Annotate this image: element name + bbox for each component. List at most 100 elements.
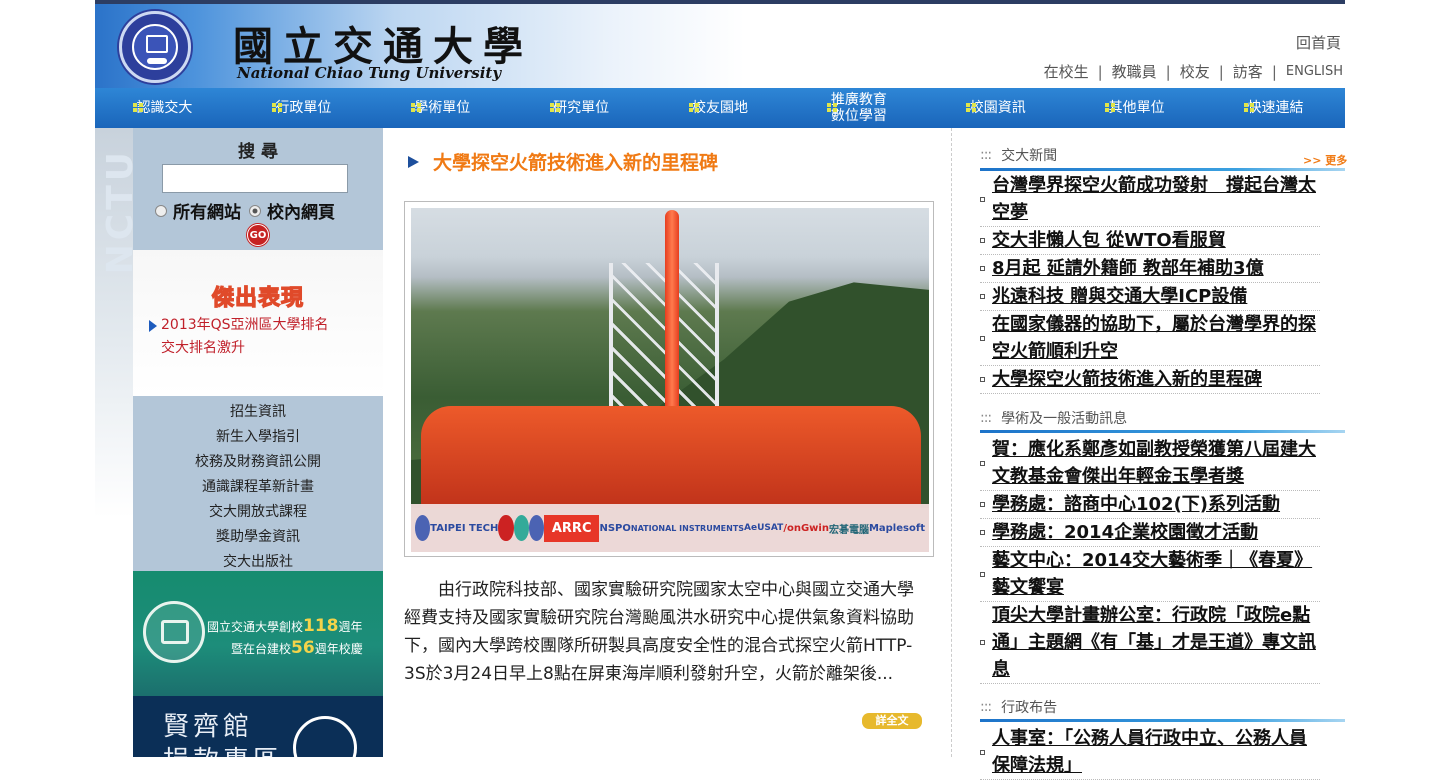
- news-link[interactable]: 大學探空火箭技術進入新的里程碑: [992, 366, 1262, 393]
- feature-photo[interactable]: TAIPEI TECH ARRC NSPO NATIONAL INSTRUMEN…: [404, 201, 934, 557]
- anniversary-banner[interactable]: 國立交通大學創校118週年 暨在台建校56週年校慶: [133, 571, 383, 696]
- sponsor-logo: NSPO: [599, 522, 631, 534]
- news-link[interactable]: 在國家儀器的協助下，屬於台灣學界的探空火箭順利升空: [992, 311, 1320, 365]
- search-input[interactable]: [162, 164, 348, 193]
- news-link[interactable]: 交大非懶人包 從WTO看服貿: [992, 227, 1226, 254]
- news-section-title: ::: 交大新聞: [980, 147, 1058, 164]
- audience-link-alumni[interactable]: 校友: [1180, 61, 1210, 82]
- link-press[interactable]: 交大出版社: [223, 554, 293, 570]
- link-freshman-guide[interactable]: 新生入學指引: [216, 429, 300, 445]
- sponsor-logo: TAIPEI TECH: [430, 522, 499, 534]
- list-item[interactable]: 大學探空火箭技術進入新的里程碑: [980, 366, 1320, 394]
- news-link[interactable]: 兆遠科技 贈與交通大學ICP設備: [992, 283, 1247, 310]
- university-seal-logo[interactable]: [119, 11, 191, 83]
- nav-bullet-icon: [688, 103, 701, 113]
- sponsor-logo: [498, 515, 514, 541]
- link-general-education[interactable]: 通識課程革新計畫: [202, 479, 314, 495]
- list-item[interactable]: 賀：應化系鄭彥如副教授榮獲第八屆建大文教基金會傑出年輕金玉學者獎: [980, 436, 1320, 491]
- english-link[interactable]: ENGLISH: [1286, 64, 1343, 79]
- list-item[interactable]: 8月起 延請外籍師 教部年補助3億: [980, 255, 1320, 283]
- donation-banner-text: 賢齊館 捐款專區: [163, 712, 279, 757]
- event-link[interactable]: 藝文中心：2014交大藝術季｜《春夏》藝文饗宴: [992, 547, 1320, 601]
- event-link[interactable]: 賀：應化系鄭彥如副教授榮獲第八屆建大文教基金會傑出年輕金玉學者獎: [992, 436, 1320, 490]
- nav-item-admin[interactable]: 行政單位: [234, 88, 373, 128]
- feature-headline[interactable]: 大學探空火箭技術進入新的里程碑: [408, 148, 718, 175]
- search-go-button[interactable]: GO: [247, 224, 269, 246]
- nav-item-research[interactable]: 研究單位: [512, 88, 651, 128]
- nav-bullet-icon: [1244, 103, 1256, 113]
- list-item[interactable]: 頂尖大學計畫辦公室：行政院「政院e點通」主題網《有「基」才是王道》專文訊息: [980, 602, 1320, 684]
- separator: |: [1218, 62, 1224, 81]
- list-item[interactable]: 在國家儀器的協助下，屬於台灣學界的探空火箭順利升空: [980, 311, 1320, 366]
- nav-item-other-units[interactable]: 其他單位: [1067, 88, 1206, 128]
- list-item[interactable]: 兆遠科技 贈與交通大學ICP設備: [980, 283, 1320, 311]
- news-more-link[interactable]: >> 更多: [1303, 152, 1347, 168]
- sponsor-logo: Maplesoft: [868, 522, 925, 534]
- nav-item-campus-info[interactable]: 校園資訊: [928, 88, 1067, 128]
- seal-icon: [143, 601, 205, 663]
- link-open-courseware[interactable]: 交大開放式課程: [209, 504, 307, 520]
- section-divider: [980, 168, 1345, 171]
- events-section-title: ::: 學術及一般活動訊息: [980, 410, 1128, 427]
- link-admissions[interactable]: 招生資訊: [230, 404, 286, 420]
- news-link[interactable]: 台灣學界探空火箭成功發射 撐起台灣太空夢: [992, 172, 1320, 226]
- sponsor-logo: 宏碁電腦: [828, 524, 869, 536]
- dots-icon: :::: [980, 699, 992, 715]
- award-link[interactable]: 2013年QS亞洲區大學排名 交大排名激升: [149, 314, 329, 360]
- audience-link-students[interactable]: 在校生: [1044, 61, 1089, 82]
- nav-bullet-icon: [827, 103, 839, 113]
- anniversary-text: 國立交通大學創校118週年 暨在台建校56週年校慶: [207, 616, 363, 658]
- list-item[interactable]: 藝文中心：2014交大藝術季｜《春夏》藝文饗宴: [980, 547, 1320, 602]
- event-link[interactable]: 學務處：諮商中心102(下)系列活動: [992, 491, 1280, 518]
- sponsor-logo-strip: TAIPEI TECH ARRC NSPO NATIONAL INSTRUMEN…: [411, 504, 929, 552]
- audience-link-visitors[interactable]: 訪客: [1233, 61, 1263, 82]
- sponsor-logo: NATIONAL INSTRUMENTS: [630, 523, 745, 533]
- nav-item-about[interactable]: 認識交大: [95, 88, 234, 128]
- list-item[interactable]: 台灣學界探空火箭成功發射 撐起台灣太空夢: [980, 172, 1320, 227]
- main-nav: 認識交大 行政單位 學術單位 研究單位 校友園地 推廣教育 數位學習 校園資訊 …: [95, 88, 1345, 128]
- column-divider: [951, 128, 952, 757]
- radio-campus-pages[interactable]: [249, 204, 261, 217]
- award-panel: 傑出表現 2013年QS亞洲區大學排名 交大排名激升: [133, 250, 383, 396]
- link-finance-disclosure[interactable]: 校務及財務資訊公開: [195, 454, 321, 470]
- event-link[interactable]: 學務處：2014企業校園徵才活動: [992, 519, 1258, 546]
- nav-item-alumni[interactable]: 校友園地: [651, 88, 790, 128]
- read-more-button[interactable]: 詳全文: [862, 713, 922, 729]
- nav-bullet-icon: [1105, 103, 1117, 113]
- triangle-bullet-icon: [149, 320, 157, 332]
- nav-bullet-icon: [133, 103, 145, 113]
- donation-banner[interactable]: 賢齊館 捐款專區: [133, 696, 383, 757]
- admin-link[interactable]: 人事室：「公務人員行政中立、公務人員保障法規」: [992, 725, 1320, 779]
- nav-item-extension[interactable]: 推廣教育 數位學習: [789, 88, 928, 128]
- link-scholarships[interactable]: 獎助學金資訊: [216, 529, 300, 545]
- award-link-text: 2013年QS亞洲區大學排名 交大排名激升: [161, 317, 329, 356]
- square-bullet-icon: [980, 294, 985, 299]
- section-divider: [980, 719, 1345, 722]
- search-title: 搜 尋: [238, 142, 278, 162]
- audience-link-staff[interactable]: 教職員: [1112, 61, 1157, 82]
- nav-item-academic[interactable]: 學術單位: [373, 88, 512, 128]
- event-link[interactable]: 頂尖大學計畫辦公室：行政院「政院e點通」主題網《有「基」才是王道》專文訊息: [992, 602, 1320, 683]
- nav-item-quick-links[interactable]: 快速連結: [1206, 88, 1345, 128]
- radio-label-campus-pages[interactable]: 校內網頁: [267, 198, 335, 223]
- list-item[interactable]: 人事室：「公務人員行政中立、公務人員保障法規」: [980, 725, 1320, 780]
- list-item[interactable]: 學務處：諮商中心102(下)系列活動: [980, 491, 1320, 519]
- dots-icon: :::: [980, 410, 992, 426]
- list-item[interactable]: 學務處：2014企業校園徵才活動: [980, 519, 1320, 547]
- news-link[interactable]: 8月起 延請外籍師 教部年補助3億: [992, 255, 1264, 282]
- home-link[interactable]: 回首頁: [1296, 32, 1341, 53]
- separator: |: [1271, 62, 1277, 81]
- triangle-bullet-icon: [408, 155, 419, 168]
- photo-rocket: [665, 210, 679, 435]
- square-bullet-icon: [980, 335, 985, 341]
- sponsor-logo: [415, 515, 431, 541]
- nav-bullet-icon: [549, 103, 562, 113]
- square-bullet-icon: [980, 238, 985, 243]
- university-name-en: National Chiao Tung University: [237, 64, 502, 82]
- square-bullet-icon: [980, 196, 985, 202]
- radio-label-all-sites[interactable]: 所有網站: [173, 198, 241, 223]
- sponsor-logo: /onGwin: [783, 522, 829, 534]
- radio-all-sites[interactable]: [155, 204, 167, 217]
- list-item[interactable]: 交大非懶人包 從WTO看服貿: [980, 227, 1320, 255]
- nav-bullet-icon: [271, 103, 284, 113]
